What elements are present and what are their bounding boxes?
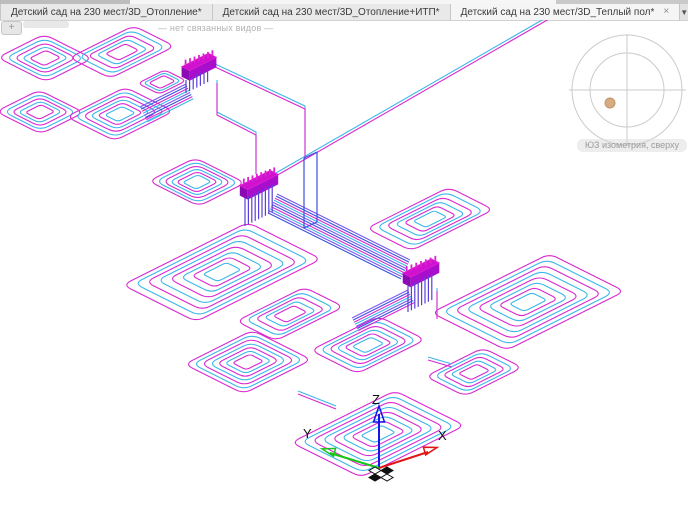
- room-coil: [189, 332, 308, 391]
- watermark-text: — нет связанных видов —: [158, 23, 273, 33]
- pipe-pair: [213, 63, 305, 159]
- compass-view-label: ЮЗ изометрия, сверху: [577, 139, 687, 152]
- riser-line: [304, 222, 317, 228]
- tab-label: Детский сад на 230 мест/3D_Теплый пол*: [461, 7, 655, 18]
- room-coil: [430, 350, 519, 394]
- pipe-pair: [298, 391, 336, 409]
- x-axis-arrowhead: [423, 447, 437, 455]
- pipe-pair: [428, 357, 452, 367]
- tab-list-dropdown-icon[interactable]: ▼: [680, 8, 688, 17]
- z-axis-label: Z: [372, 392, 380, 407]
- x-axis-label: X: [438, 428, 447, 443]
- tab-label: Детский сад на 230 мест/3D_Отопление+ИТП…: [223, 7, 440, 18]
- heating-pipes-isometric-drawing: [0, 20, 620, 475]
- cad-window: { "window": { "tabs": [ {"label": "Детск…: [0, 0, 688, 530]
- drawing-canvas[interactable]: Z X Y: [0, 20, 688, 530]
- room-coil: [70, 89, 169, 139]
- compass-orbit-dot[interactable]: [605, 98, 615, 108]
- room-coil: [240, 289, 339, 339]
- tab-close-icon[interactable]: ×: [663, 7, 669, 17]
- room-coil: [2, 36, 89, 79]
- room-coil: [0, 92, 80, 132]
- view-compass[interactable]: [569, 34, 686, 146]
- room-coil: [371, 189, 490, 248]
- manifold: [403, 256, 440, 312]
- x-axis-line: [379, 452, 428, 468]
- tab-teply-pol[interactable]: Детский сад на 230 мест/3D_Теплый пол* ×: [451, 4, 681, 20]
- room-coil: [73, 28, 170, 77]
- room-coil: [315, 318, 421, 371]
- ucs-origin-checker: [369, 467, 393, 481]
- tab-label: Детский сад на 230 мест/3D_Отопление*: [11, 7, 202, 18]
- ghost-new-tab-button: +: [1, 21, 22, 35]
- pipe-pair: [262, 20, 549, 184]
- document-tabbar: Детский сад на 230 мест/3D_Отопление* Де…: [0, 4, 688, 21]
- y-axis-label: Y: [303, 426, 312, 441]
- room-coil: [140, 71, 183, 93]
- tab-otoplenie[interactable]: Детский сад на 230 мест/3D_Отопление*: [0, 4, 213, 20]
- ghost-pill: [23, 21, 69, 28]
- room-coil: [435, 256, 620, 349]
- pipe-pair: [217, 80, 256, 174]
- pipe-bundle: [140, 84, 193, 122]
- tab-otoplenie-itp[interactable]: Детский сад на 230 мест/3D_Отопление+ИТП…: [213, 4, 451, 20]
- room-coil: [153, 160, 242, 204]
- manifold: [240, 167, 278, 226]
